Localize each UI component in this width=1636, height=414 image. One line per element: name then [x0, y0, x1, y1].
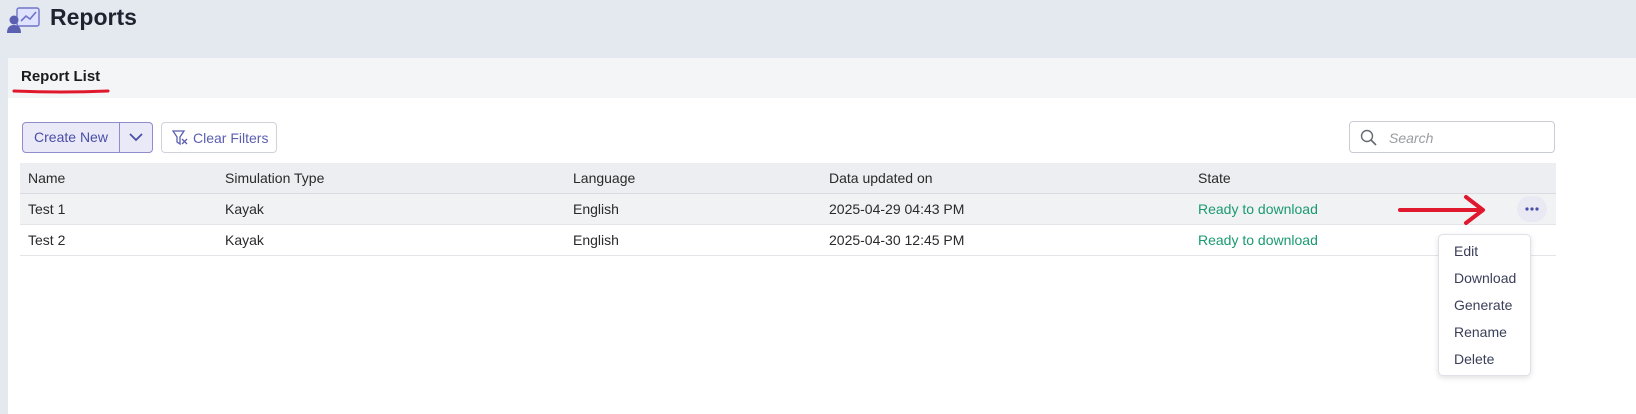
reports-app-icon	[7, 7, 40, 33]
cell-simulation-type: Kayak	[225, 201, 264, 217]
clear-filters-label: Clear Filters	[193, 130, 269, 146]
create-new-button[interactable]: Create New	[23, 123, 119, 152]
report-panel: Report List Create New Clear Filters N	[8, 58, 1636, 414]
table-header: Name Simulation Type Language Data updat…	[20, 163, 1556, 194]
menu-item-generate[interactable]: Generate	[1454, 294, 1512, 316]
search-box	[1349, 121, 1555, 153]
tab-bar: Report List	[8, 58, 1636, 98]
column-header-simulation-type[interactable]: Simulation Type	[225, 163, 324, 193]
create-new-dropdown-button[interactable]	[120, 123, 152, 152]
cell-state: Ready to download	[1198, 201, 1318, 217]
tab-report-list[interactable]: Report List	[21, 68, 100, 85]
filter-clear-icon	[172, 130, 188, 146]
clear-filters-button[interactable]: Clear Filters	[161, 122, 277, 153]
create-new-split-button: Create New	[22, 122, 153, 153]
reports-table: Name Simulation Type Language Data updat…	[20, 163, 1556, 256]
page-header: Reports	[0, 0, 1636, 56]
row-actions-menu: Edit Download Generate Rename Delete	[1438, 234, 1531, 376]
menu-item-delete[interactable]: Delete	[1454, 348, 1494, 370]
table-row[interactable]: Test 1 Kayak English 2025-04-29 04:43 PM…	[20, 194, 1556, 225]
cell-state: Ready to download	[1198, 232, 1318, 248]
menu-item-edit[interactable]: Edit	[1454, 240, 1478, 262]
chevron-down-icon	[129, 133, 143, 142]
cell-updated: 2025-04-30 12:45 PM	[829, 232, 965, 248]
more-horizontal-icon	[1525, 207, 1539, 211]
cell-updated: 2025-04-29 04:43 PM	[829, 201, 965, 217]
arrow-right-icon	[1398, 195, 1485, 225]
cell-language: English	[573, 232, 619, 248]
column-header-state[interactable]: State	[1198, 163, 1231, 193]
menu-item-download[interactable]: Download	[1454, 267, 1516, 289]
column-header-data-updated-on[interactable]: Data updated on	[829, 163, 933, 193]
search-input[interactable]	[1387, 127, 1551, 149]
column-header-language[interactable]: Language	[573, 163, 635, 193]
cell-name: Test 1	[28, 201, 66, 217]
page-title: Reports	[50, 4, 137, 30]
tab-active-underline	[12, 89, 110, 94]
search-icon	[1360, 129, 1377, 146]
row-actions-button[interactable]	[1517, 196, 1547, 222]
menu-item-rename[interactable]: Rename	[1454, 321, 1507, 343]
column-header-name[interactable]: Name	[28, 163, 65, 193]
cell-language: English	[573, 201, 619, 217]
cell-name: Test 2	[28, 232, 66, 248]
cell-simulation-type: Kayak	[225, 232, 264, 248]
table-row[interactable]: Test 2 Kayak English 2025-04-30 12:45 PM…	[20, 225, 1556, 256]
